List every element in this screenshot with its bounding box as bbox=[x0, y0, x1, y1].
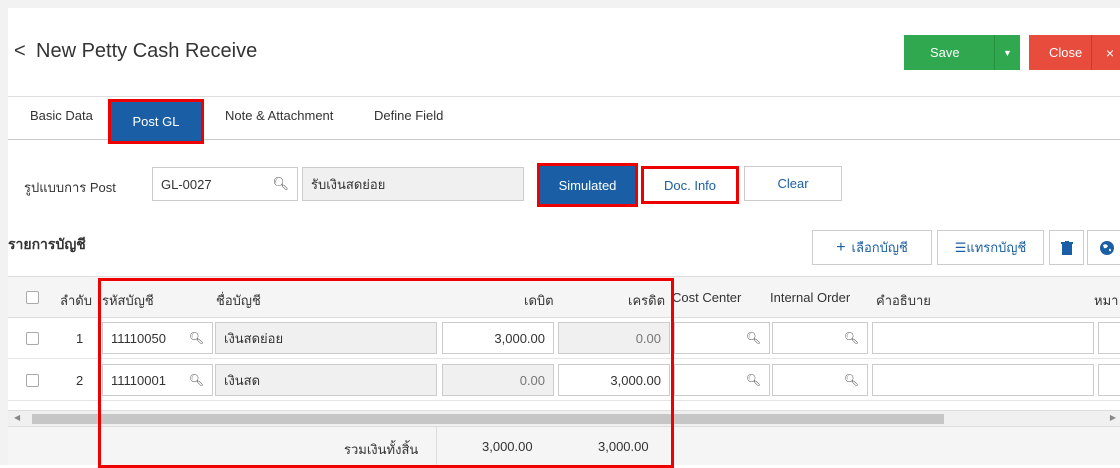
col-internal-order: Internal Order bbox=[770, 290, 851, 305]
post-name-value: รับเงินสดย่อย bbox=[311, 176, 386, 192]
search-icon[interactable]: 🔍︎ bbox=[189, 373, 204, 387]
tab-bar: Basic Data Post GL Note & Attachment Def… bbox=[8, 96, 1120, 144]
horizontal-scrollbar[interactable]: ◀ ▶ bbox=[8, 410, 1120, 427]
col-debit: เดบิต bbox=[524, 293, 554, 308]
table-row: 1 11110050 🔍︎ เงินสดย่อย 3,000.00 0.00 🔍… bbox=[8, 318, 1120, 359]
col-credit: เครดิต bbox=[628, 293, 666, 308]
search-icon[interactable]: 🔍︎ bbox=[844, 331, 859, 345]
credit-value: 3,000.00 bbox=[610, 372, 661, 388]
account-code-value: 11110001 bbox=[111, 372, 166, 388]
row-seq: 1 bbox=[76, 331, 84, 346]
grid-footer: รวมเงินทั้งสิ้น 3,000.00 3,000.00 bbox=[8, 427, 1120, 465]
grid-header: ลำดับ รหัสบัญชี ชื่อบัญชี เดบิต เครดิต C… bbox=[8, 276, 1120, 318]
trash-icon bbox=[1060, 240, 1073, 255]
scrollbar-thumb[interactable] bbox=[32, 414, 944, 424]
globe-button[interactable] bbox=[1087, 230, 1120, 265]
accounts-grid: ลำดับ รหัสบัญชี ชื่อบัญชี เดบิต เครดิต C… bbox=[8, 276, 1120, 465]
cost-center-field[interactable]: 🔍︎ bbox=[674, 364, 770, 396]
back-icon[interactable]: < bbox=[14, 40, 26, 63]
tab-basic-data[interactable]: Basic Data bbox=[30, 108, 93, 123]
internal-order-field[interactable]: 🔍︎ bbox=[772, 364, 868, 396]
col-description: คำอธิบาย bbox=[876, 293, 931, 308]
post-code-value: GL-0027 bbox=[161, 176, 212, 192]
col-cost-center: Cost Center bbox=[672, 290, 742, 305]
total-credit: 3,000.00 bbox=[598, 439, 649, 454]
row-checkbox[interactable] bbox=[26, 374, 39, 387]
globe-icon bbox=[1100, 240, 1114, 255]
top-spacer bbox=[0, 0, 1120, 8]
credit-field: 0.00 bbox=[558, 322, 670, 354]
debit-value: 3,000.00 bbox=[494, 330, 545, 346]
caret-down-icon: ▼ bbox=[1003, 47, 1012, 58]
left-spacer bbox=[0, 0, 8, 465]
delete-button[interactable] bbox=[1049, 230, 1084, 265]
total-label: รวมเงินทั้งสิ้น bbox=[344, 442, 419, 457]
credit-field[interactable]: 3,000.00 bbox=[558, 364, 670, 396]
accounts-section-title: รายการบัญชี bbox=[8, 236, 86, 252]
clear-button[interactable]: Clear bbox=[744, 166, 842, 201]
select-account-button[interactable]: + เลือกบัญชี bbox=[812, 230, 932, 265]
internal-order-field[interactable]: 🔍︎ bbox=[772, 322, 868, 354]
debit-value: 0.00 bbox=[519, 372, 545, 388]
footer-divider bbox=[436, 427, 437, 465]
debit-field: 0.00 bbox=[442, 364, 554, 396]
save-dropdown-button[interactable]: ▼ bbox=[994, 35, 1020, 70]
row-seq: 2 bbox=[76, 373, 84, 388]
search-icon[interactable]: 🔍︎ bbox=[746, 373, 761, 387]
row-checkbox[interactable] bbox=[26, 332, 39, 345]
account-name-value: เงินสด bbox=[224, 372, 261, 388]
credit-value: 0.00 bbox=[635, 330, 661, 346]
search-icon[interactable]: 🔍︎ bbox=[189, 331, 204, 345]
search-icon[interactable]: 🔍︎ bbox=[844, 373, 859, 387]
select-all-checkbox[interactable] bbox=[26, 291, 39, 304]
tab-define-field[interactable]: Define Field bbox=[374, 108, 443, 123]
account-name-value: เงินสดย่อย bbox=[224, 330, 284, 346]
col-account-name: ชื่อบัญชี bbox=[216, 293, 261, 308]
simulated-button[interactable]: Simulated bbox=[537, 163, 638, 207]
tab-post-gl[interactable]: Post GL bbox=[108, 99, 204, 144]
save-button[interactable]: Save bbox=[904, 35, 994, 70]
search-icon[interactable]: 🔍︎ bbox=[272, 176, 289, 192]
total-debit: 3,000.00 bbox=[482, 439, 533, 454]
account-code-value: 11110050 bbox=[111, 330, 166, 346]
table-row: 2 11110001 🔍︎ เงินสด 0.00 3,000.00 🔍︎ 🔍︎ bbox=[8, 360, 1120, 401]
cost-center-field[interactable]: 🔍︎ bbox=[674, 322, 770, 354]
note-field[interactable] bbox=[1098, 364, 1120, 396]
close-icon[interactable]: × bbox=[1091, 35, 1120, 70]
insert-account-button[interactable]: ☰ แทรกบัญชี bbox=[937, 230, 1044, 265]
select-account-label: เลือกบัญชี bbox=[851, 240, 908, 255]
post-code-field[interactable]: GL-0027 🔍︎ bbox=[152, 167, 298, 201]
col-account-code: รหัสบัญชี bbox=[102, 293, 154, 308]
tab-note-attachment[interactable]: Note & Attachment bbox=[225, 108, 333, 123]
insert-row-icon: ☰ bbox=[954, 239, 967, 255]
search-icon[interactable]: 🔍︎ bbox=[746, 331, 761, 345]
description-field[interactable] bbox=[872, 364, 1094, 396]
page-title: New Petty Cash Receive bbox=[36, 40, 258, 62]
doc-info-button[interactable]: Doc. Info bbox=[641, 166, 739, 204]
col-note: หมา bbox=[1094, 293, 1119, 308]
account-code-field[interactable]: 11110050 🔍︎ bbox=[102, 322, 213, 354]
account-name-field: เงินสดย่อย bbox=[215, 322, 437, 354]
note-field[interactable] bbox=[1098, 322, 1120, 354]
plus-icon: + bbox=[836, 238, 846, 256]
scroll-right-icon[interactable]: ▶ bbox=[1110, 413, 1116, 422]
col-seq: ลำดับ bbox=[60, 293, 92, 308]
post-format-label: รูปแบบการ Post bbox=[24, 180, 116, 195]
insert-account-label: แทรกบัญชี bbox=[966, 240, 1027, 255]
description-field[interactable] bbox=[872, 322, 1094, 354]
account-name-field: เงินสด bbox=[215, 364, 437, 396]
account-code-field[interactable]: 11110001 🔍︎ bbox=[102, 364, 213, 396]
debit-field[interactable]: 3,000.00 bbox=[442, 322, 554, 354]
page-header: < New Petty Cash Receive Save ▼ Close × bbox=[8, 8, 1120, 97]
scroll-left-icon[interactable]: ◀ bbox=[14, 413, 20, 422]
post-name-field: รับเงินสดย่อย bbox=[302, 167, 524, 201]
